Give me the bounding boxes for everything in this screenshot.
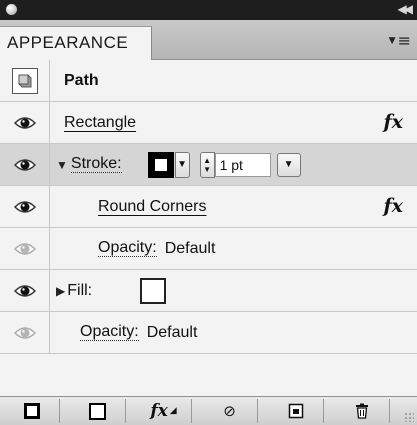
stroke-swatch-icon[interactable]	[147, 151, 174, 178]
visibility-eye-icon[interactable]	[13, 115, 36, 131]
rectangle-link[interactable]: Rectangle	[64, 114, 136, 132]
opacity-value: Default	[146, 323, 198, 341]
stroke-row[interactable]: ▼ Stroke: ▼ ▲ ▼ 1 pt ▼	[0, 144, 417, 186]
panel-menu-icon[interactable]: ▼ ≡	[389, 33, 411, 49]
visibility-toggle[interactable]	[0, 144, 50, 185]
path-label: Path	[64, 71, 99, 89]
stroke-label[interactable]: Stroke:	[70, 156, 122, 173]
visibility-eye-icon[interactable]	[13, 199, 36, 215]
fill-swatch-icon[interactable]	[140, 277, 167, 304]
duplicate-item-icon	[288, 403, 303, 419]
visibility-toggle[interactable]	[0, 102, 50, 143]
add-fill-button[interactable]	[70, 399, 126, 423]
path-thumbnail-cell	[0, 60, 50, 101]
stroke-weight-dropdown[interactable]: ▼	[276, 152, 301, 177]
visibility-eye-icon[interactable]	[13, 241, 36, 257]
opacity-label[interactable]: Opacity:	[98, 240, 157, 257]
fx-icon[interactable]: fx	[383, 111, 403, 133]
appearance-list: Path Rectangle fx ▼ Stroke: ▼ ▲ ▼ 1 pt ▼…	[0, 60, 417, 354]
resize-grip-icon[interactable]	[404, 412, 414, 422]
visibility-toggle[interactable]	[0, 312, 50, 353]
object-opacity-row[interactable]: Opacity: Default	[0, 312, 417, 354]
add-stroke-button[interactable]	[4, 399, 60, 423]
visibility-eye-icon[interactable]	[13, 283, 36, 299]
path-row[interactable]: Path	[0, 60, 417, 102]
stroke-opacity-row[interactable]: Opacity: Default	[0, 228, 417, 270]
stroke-weight-stepper[interactable]: ▲ ▼	[199, 151, 215, 178]
round-corners-link[interactable]: Round Corners	[98, 198, 207, 216]
visibility-toggle[interactable]	[0, 228, 50, 269]
visibility-toggle[interactable]	[0, 270, 50, 311]
disclosure-triangle-icon[interactable]: ▼	[56, 158, 68, 172]
path-thumbnail-icon	[11, 67, 38, 94]
delete-item-button[interactable]	[334, 399, 390, 423]
bottom-toolbar: fx ◢ ⊘	[0, 396, 417, 425]
collapse-icon[interactable]: ◀◀	[398, 2, 414, 16]
opacity-label[interactable]: Opacity:	[80, 324, 139, 341]
clear-appearance-icon: ⊘	[223, 402, 236, 420]
fill-label[interactable]: Fill:	[67, 282, 92, 300]
clear-appearance-button[interactable]: ⊘	[202, 399, 258, 423]
delete-item-icon	[355, 403, 368, 419]
stroke-color-dropdown[interactable]: ▼	[174, 151, 190, 178]
opacity-value: Default	[164, 239, 216, 257]
tab-appearance[interactable]: APPEARANCE	[0, 26, 152, 60]
fx-menu-button[interactable]: fx ◢	[136, 399, 192, 423]
fx-icon[interactable]: fx	[383, 195, 403, 217]
panel-title-bar: ◀◀	[0, 0, 417, 20]
visibility-eye-icon[interactable]	[13, 325, 36, 341]
fx-menu-icon: fx	[150, 401, 168, 421]
visibility-toggle[interactable]	[0, 186, 50, 227]
appearance-panel: ◀◀ APPEARANCE ▼ ≡ Path Rectangle fx ▼ St…	[0, 0, 417, 425]
tab-row: APPEARANCE ▼ ≡	[0, 20, 417, 60]
round-corners-row[interactable]: Round Corners fx	[0, 186, 417, 228]
add-fill-icon	[89, 402, 106, 420]
close-icon[interactable]	[6, 4, 17, 15]
add-stroke-icon	[23, 403, 40, 419]
rectangle-row[interactable]: Rectangle fx	[0, 102, 417, 144]
visibility-eye-icon[interactable]	[13, 157, 36, 173]
disclosure-triangle-icon[interactable]: ▶	[56, 284, 65, 298]
stroke-weight-input[interactable]: 1 pt	[214, 152, 271, 177]
fill-row[interactable]: ▶ Fill:	[0, 270, 417, 312]
duplicate-item-button[interactable]	[268, 399, 324, 423]
